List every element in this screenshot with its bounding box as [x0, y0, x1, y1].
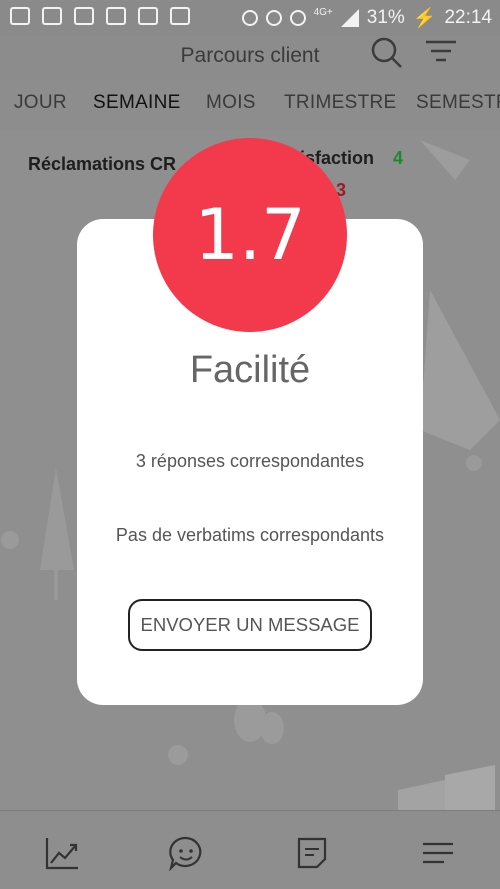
chat-face-icon[interactable] [168, 835, 204, 871]
period-tabs: JOUR SEMAINE MOIS TRIMESTRE SEMESTR [0, 80, 500, 130]
bottom-navigation [0, 810, 500, 889]
status-bar: 4G+ 31% ⚡ 22:14 [0, 0, 500, 36]
score-badge: 1.7 [153, 138, 347, 332]
responses-count: 3 réponses correspondantes [135, 451, 365, 471]
facebook-icon [74, 7, 94, 25]
tab-semaine[interactable]: SEMAINE [93, 92, 181, 114]
app-notification-icon [10, 7, 30, 25]
network-type: 4G+ [313, 6, 333, 18]
dialog-title: Facilité [189, 349, 311, 391]
system-icons: 4G+ 31% ⚡ 22:14 [241, 6, 492, 30]
tab-trimestre[interactable]: TRIMESTRE [284, 92, 396, 114]
filter-icon[interactable] [424, 38, 458, 68]
chart-line-icon[interactable] [44, 835, 80, 871]
document-icon[interactable] [294, 835, 330, 871]
mute-icon [265, 10, 282, 26]
tab-semestre[interactable]: SEMESTR [416, 92, 500, 114]
signal-icon [340, 9, 359, 27]
app-bar: Parcours client [0, 36, 500, 80]
tab-mois[interactable]: MOIS [206, 92, 256, 114]
charging-icon: ⚡ [412, 8, 437, 29]
mail-icon [170, 7, 190, 25]
verbatims-text: Pas de verbatims correspondants [115, 525, 385, 545]
score-value: 1.7 [194, 194, 306, 276]
search-icon[interactable] [370, 36, 404, 70]
bluetooth-icon [241, 10, 258, 26]
battery-percent: 31% [366, 7, 405, 28]
menu-icon[interactable] [420, 835, 456, 871]
notification-icons [10, 7, 190, 25]
image-icon [138, 7, 158, 25]
outlook-icon [42, 7, 62, 25]
check-icon [106, 7, 126, 25]
send-message-button[interactable]: ENVOYER UN MESSAGE [128, 599, 372, 651]
tab-jour[interactable]: JOUR [14, 92, 67, 114]
clock: 22:14 [444, 7, 492, 28]
alarm-icon [289, 10, 306, 26]
